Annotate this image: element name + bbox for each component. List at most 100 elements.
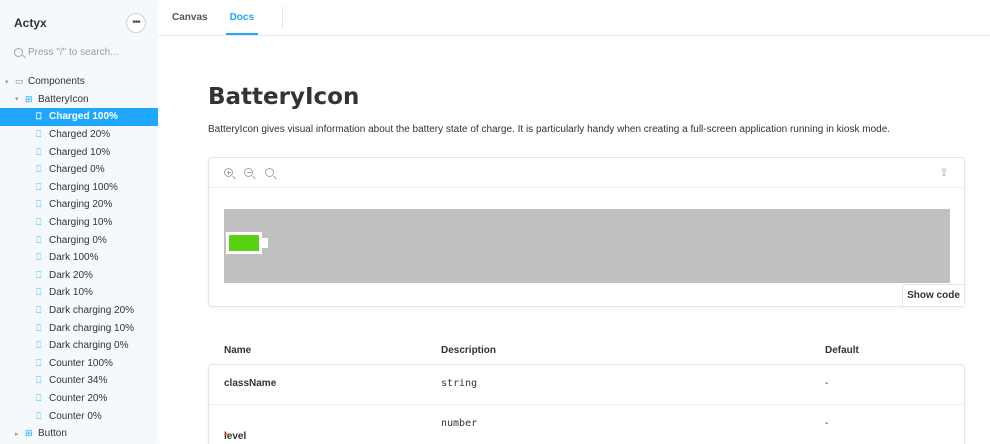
brand-row: Actyx ••• <box>14 13 146 33</box>
sidebar-item-dark-charging-0[interactable]: ⎕ Dark charging 0% <box>0 337 158 355</box>
bookmark-icon: ⎕ <box>36 181 42 192</box>
reset-zoom-icon[interactable] <box>264 167 276 179</box>
table-row: level * number - <box>209 405 964 444</box>
sidebar-item-label: Charging 100% <box>49 181 118 193</box>
bookmark-icon: ⎕ <box>36 305 42 316</box>
prop-default: - <box>825 418 829 429</box>
props-table: className string - level * number - <box>208 364 965 444</box>
sidebar-item-label: Charging 0% <box>49 234 107 246</box>
bookmark-icon: ⎕ <box>36 392 42 403</box>
sidebar-item-dark-10[interactable]: ⎕ Dark 10% <box>0 284 158 302</box>
sidebar-item-charging-20[interactable]: ⎕ Charging 20% <box>0 196 158 214</box>
sidebar-item-charging-10[interactable]: ⎕ Charging 10% <box>0 214 158 232</box>
chevron-right-icon: ▸ <box>15 430 19 438</box>
sidebar-item-label: Button <box>38 428 67 440</box>
bookmark-icon: ⎕ <box>36 146 42 157</box>
sidebar-item-label: Dark 100% <box>49 252 99 264</box>
bookmark-icon: ⎕ <box>36 357 42 368</box>
tab-divider <box>282 6 284 29</box>
component-icon: ⊞ <box>25 93 33 104</box>
battery-icon <box>226 232 268 254</box>
tab-docs[interactable]: Docs <box>225 0 259 35</box>
bookmark-icon: ⎕ <box>36 111 42 122</box>
sidebar-item-components[interactable]: ▾ ▭ Components <box>0 73 158 91</box>
chevron-down-icon: ▾ <box>15 96 19 104</box>
props-table-header: Name Description Default <box>208 341 965 359</box>
prop-type: string <box>441 378 478 389</box>
sidebar-item-label: Charged 100% <box>49 111 118 123</box>
share-icon[interactable]: ⇪ <box>938 167 950 179</box>
table-row: className string - <box>209 365 964 405</box>
sidebar-item-label: Charged 0% <box>49 164 105 176</box>
sidebar-item-charging-100[interactable]: ⎕ Charging 100% <box>0 179 158 197</box>
search-input[interactable]: Press "/" to search... <box>6 42 150 62</box>
sidebar-item-label: Counter 0% <box>49 410 102 422</box>
ellipsis-icon[interactable]: ••• <box>126 13 146 33</box>
sidebar-item-label: BatteryIcon <box>38 93 89 105</box>
sidebar-item-counter-34[interactable]: ⎕ Counter 34% <box>0 372 158 390</box>
bookmark-icon: ⎕ <box>36 252 42 263</box>
sidebar-item-label: Charged 20% <box>49 129 111 141</box>
battery-tip <box>262 238 268 248</box>
preview-toolbar: ⇪ <box>209 158 964 188</box>
component-tree: ▾ ▭ Components ▾ ⊞ BatteryIcon ⎕ Charged 100% ⎕ C… <box>0 73 158 442</box>
sidebar-item-label: Counter 100% <box>49 357 113 369</box>
sidebar-item-label: Charging 20% <box>49 199 113 211</box>
bookmark-icon: ⎕ <box>36 199 42 210</box>
folder-icon: ▭ <box>15 76 24 87</box>
main-panel: Canvas Docs BatteryIcon BatteryIcon give… <box>158 0 990 444</box>
sidebar-item-counter-100[interactable]: ⎕ Counter 100% <box>0 355 158 373</box>
sidebar-item-label: Counter 34% <box>49 375 108 387</box>
prop-default: - <box>825 378 829 389</box>
page-title: BatteryIcon <box>208 84 360 110</box>
bookmark-icon: ⎕ <box>36 164 42 175</box>
bookmark-icon: ⎕ <box>36 340 42 351</box>
zoom-in-icon[interactable] <box>223 167 235 179</box>
story-preview: ⇪ Show code <box>208 157 965 307</box>
sidebar-item-charged-100[interactable]: ⎕ Charged 100% <box>0 108 158 126</box>
brand-title[interactable]: Actyx <box>14 16 47 30</box>
sidebar-item-counter-20[interactable]: ⎕ Counter 20% <box>0 390 158 408</box>
sidebar-item-dark-charging-20[interactable]: ⎕ Dark charging 20% <box>0 302 158 320</box>
bookmark-icon: ⎕ <box>36 234 42 245</box>
sidebar-item-label: Dark 10% <box>49 287 93 299</box>
battery-fill <box>229 235 259 251</box>
sidebar-item-label: Charging 10% <box>49 217 113 229</box>
sidebar-item-button[interactable]: ▸ ⊞ Button <box>0 425 158 443</box>
header-default: Default <box>825 345 859 356</box>
search-icon <box>14 47 23 57</box>
sidebar-item-label: Dark charging 10% <box>49 322 135 334</box>
sidebar: Actyx ••• Press "/" to search... ▾ ▭ Compo… <box>0 0 158 444</box>
component-icon: ⊞ <box>25 428 33 439</box>
sidebar-item-label: Counter 20% <box>49 392 108 404</box>
header-name: Name <box>224 345 252 356</box>
zoom-out-icon[interactable] <box>243 167 255 179</box>
sidebar-item-charged-20[interactable]: ⎕ Charged 20% <box>0 126 158 144</box>
sidebar-item-charged-0[interactable]: ⎕ Charged 0% <box>0 161 158 179</box>
page-description: BatteryIcon gives visual information abo… <box>208 124 891 135</box>
sidebar-item-dark-charging-10[interactable]: ⎕ Dark charging 10% <box>0 319 158 337</box>
sidebar-item-label: Components <box>28 76 85 88</box>
sidebar-item-dark-20[interactable]: ⎕ Dark 20% <box>0 267 158 285</box>
sidebar-item-charging-0[interactable]: ⎕ Charging 0% <box>0 231 158 249</box>
bookmark-icon: ⎕ <box>36 129 42 140</box>
tab-canvas[interactable]: Canvas <box>172 0 208 35</box>
sidebar-item-label: Dark charging 0% <box>49 340 129 352</box>
sidebar-item-label: Charged 10% <box>49 146 111 158</box>
tab-bar: Canvas Docs <box>158 0 990 36</box>
bookmark-icon: ⎕ <box>36 410 42 421</box>
sidebar-item-label: Dark 20% <box>49 269 93 281</box>
bookmark-icon: ⎕ <box>36 287 42 298</box>
sidebar-item-dark-100[interactable]: ⎕ Dark 100% <box>0 249 158 267</box>
preview-canvas <box>224 209 950 283</box>
show-code-button[interactable]: Show code <box>902 284 964 306</box>
bookmark-icon: ⎕ <box>36 269 42 280</box>
bookmark-icon: ⎕ <box>36 322 42 333</box>
header-description: Description <box>441 345 497 356</box>
bookmark-icon: ⎕ <box>36 375 42 386</box>
sidebar-item-batteryicon[interactable]: ▾ ⊞ BatteryIcon <box>0 91 158 109</box>
sidebar-item-charged-10[interactable]: ⎕ Charged 10% <box>0 143 158 161</box>
sidebar-item-counter-0[interactable]: ⎕ Counter 0% <box>0 407 158 425</box>
prop-type: number <box>441 418 478 429</box>
sidebar-item-label: Dark charging 20% <box>49 305 135 317</box>
